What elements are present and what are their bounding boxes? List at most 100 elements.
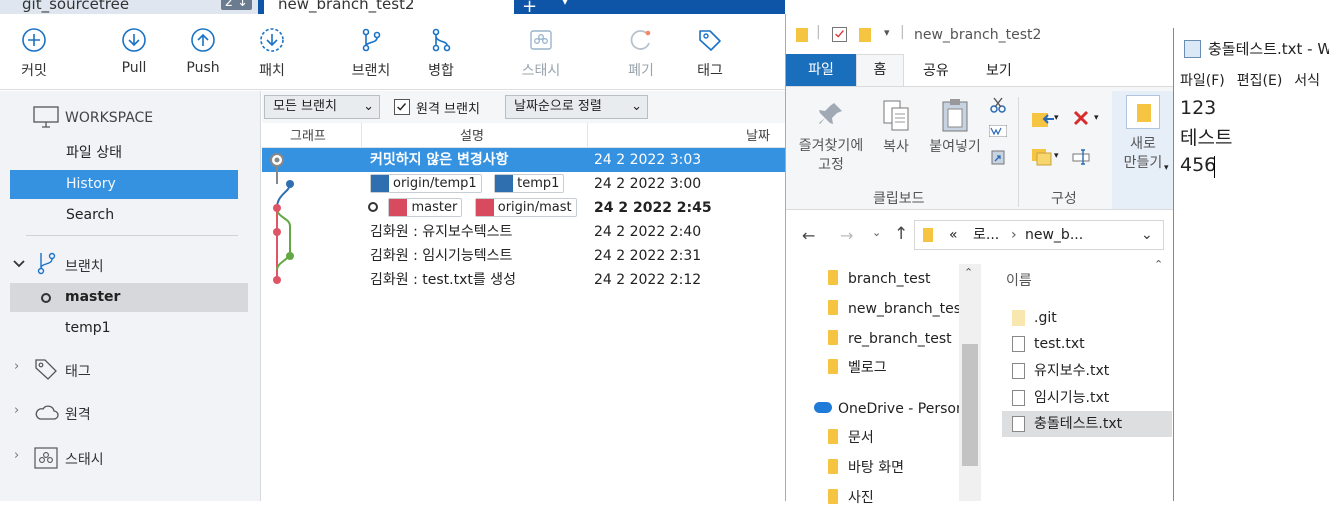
new-folder-icon[interactable]: [859, 28, 871, 42]
address-bar[interactable]: « 로... › new_b... ⌄: [914, 220, 1164, 250]
tree-item[interactable]: new_branch_test: [786, 294, 962, 324]
delete-icon[interactable]: [1072, 109, 1090, 127]
commit-node[interactable]: [286, 252, 294, 260]
remote-branches-checkbox[interactable]: [394, 99, 410, 115]
paste-button[interactable]: 붙여넣기: [924, 97, 986, 157]
ribbon-tab-view[interactable]: 보기: [986, 60, 1012, 80]
file-item[interactable]: 유지보수.txt: [1002, 358, 1172, 384]
up-arrow-icon[interactable]: ↑: [894, 224, 908, 244]
fetch-button[interactable]: 패치: [242, 26, 302, 80]
sidebar-branch-temp1[interactable]: temp1: [10, 314, 238, 343]
pin-to-quick-access-button[interactable]: 즐겨찾기에 고정: [792, 99, 870, 175]
new-tab-button[interactable]: +: [522, 0, 537, 14]
commit-row[interactable]: 김화원 : 유지보수텍스트 24 2 2022 2:40: [262, 220, 785, 244]
chevron-down-icon[interactable]: ▾: [1054, 113, 1059, 123]
merge-button[interactable]: 병합: [411, 26, 471, 80]
copy-path-icon[interactable]: [989, 125, 1007, 137]
branch-filter-dropdown[interactable]: 모든 브랜치 ⌄: [264, 95, 380, 119]
text-editor[interactable]: 123 테스트 456: [1174, 92, 1329, 501]
rename-icon[interactable]: [1072, 149, 1090, 165]
move-to-icon[interactable]: [1030, 109, 1054, 129]
remotes-heading[interactable]: 원격: [65, 404, 91, 424]
chevron-down-icon[interactable]: ⌄: [1141, 221, 1153, 249]
graph-column-header[interactable]: 그래프: [290, 125, 326, 144]
branch-button[interactable]: 브랜치: [341, 26, 401, 80]
commit-node[interactable]: [273, 204, 281, 212]
chevron-down-icon[interactable]: ▾: [1164, 163, 1169, 173]
sidebar-branch-master[interactable]: master: [10, 283, 248, 312]
address-overflow[interactable]: «: [949, 221, 958, 249]
description-column-header[interactable]: 설명: [460, 125, 484, 144]
chevron-right-icon[interactable]: ›: [14, 403, 19, 418]
remote-branch-tag[interactable]: origin/mast: [474, 197, 577, 217]
tree-item[interactable]: branch_test: [786, 264, 962, 294]
commit-node[interactable]: [286, 180, 294, 188]
commit-node[interactable]: [273, 228, 281, 236]
commit-button[interactable]: 커밋: [4, 26, 64, 80]
tree-item[interactable]: 문서: [786, 423, 962, 453]
ribbon-tab-file[interactable]: 파일: [786, 54, 856, 86]
branch-tag[interactable]: temp1: [494, 173, 565, 193]
branch-tag[interactable]: master: [388, 197, 463, 217]
ribbon-tab-home[interactable]: 홈: [856, 54, 904, 86]
column-divider[interactable]: [587, 123, 588, 148]
tags-heading[interactable]: 태그: [65, 361, 91, 381]
stashes-heading[interactable]: 스태시: [65, 449, 104, 469]
commit-node[interactable]: [273, 276, 281, 284]
paste-shortcut-icon[interactable]: [991, 149, 1005, 165]
ribbon-tab-share[interactable]: 공유: [923, 60, 949, 80]
name-column-header[interactable]: 이름: [1006, 270, 1032, 290]
tree-item-onedrive[interactable]: OneDrive - Person: [786, 394, 962, 424]
copy-button[interactable]: 복사: [876, 99, 916, 157]
sidebar-item-file-status[interactable]: 파일 상태: [10, 139, 238, 168]
chevron-down-icon[interactable]: ▾: [1054, 151, 1059, 161]
commit-row[interactable]: 김화원 : test.txt를 생성 24 2 2022 2:12: [262, 268, 785, 292]
file-item[interactable]: 임시기능.txt: [1002, 385, 1172, 411]
menu-format[interactable]: 서식: [1294, 73, 1320, 89]
column-divider[interactable]: [361, 123, 362, 148]
menu-edit[interactable]: 편집(E): [1237, 73, 1283, 89]
chevron-right-icon[interactable]: ›: [14, 359, 19, 374]
push-button[interactable]: Push: [173, 26, 233, 76]
tree-item[interactable]: re_branch_test: [786, 324, 962, 354]
address-segment[interactable]: new_b...: [1025, 221, 1083, 249]
stash-button[interactable]: 스태시: [511, 26, 571, 80]
new-folder-button[interactable]: 새로 만들기: [1116, 95, 1170, 173]
chevron-down-icon[interactable]: ▾: [1094, 113, 1099, 123]
tag-button[interactable]: 태그: [680, 26, 740, 80]
sidebar-item-search[interactable]: Search: [10, 201, 238, 230]
forward-arrow-icon[interactable]: →: [840, 226, 853, 245]
repo-tab-new-branch-test2[interactable]: new_branch_test2: [264, 0, 514, 14]
commit-row-uncommitted[interactable]: 커밋하지 않은 변경사항 24 2 2022 3:03: [262, 148, 785, 172]
copy-to-icon[interactable]: [1030, 147, 1054, 167]
cut-icon[interactable]: [990, 97, 1006, 113]
pull-button[interactable]: Pull: [104, 26, 164, 76]
back-arrow-icon[interactable]: ←: [802, 226, 815, 245]
sidebar-item-history[interactable]: History: [10, 170, 238, 199]
chevron-down-icon[interactable]: [12, 257, 26, 271]
file-item[interactable]: test.txt: [1002, 331, 1172, 357]
discard-button[interactable]: 폐기: [611, 26, 671, 80]
branches-heading[interactable]: 브랜치: [65, 256, 104, 276]
menu-file[interactable]: 파일(F): [1180, 73, 1225, 89]
file-item-selected[interactable]: 충돌테스트.txt: [1002, 411, 1172, 437]
commit-row[interactable]: 김화원 : 임시기능텍스트 24 2 2022 2:31: [262, 244, 785, 268]
tree-scrollbar[interactable]: ⌃: [959, 264, 981, 501]
tab-dropdown-icon[interactable]: ▾: [562, 0, 568, 8]
scroll-up-icon[interactable]: ⌃: [964, 266, 973, 279]
tree-item[interactable]: 벨로그: [786, 353, 962, 383]
tree-item[interactable]: 사진: [786, 483, 962, 513]
date-column-header[interactable]: 날짜: [746, 125, 770, 144]
tree-item[interactable]: 바탕 화면: [786, 453, 962, 483]
quick-access-dropdown-icon[interactable]: ▾: [884, 26, 890, 39]
address-segment[interactable]: 로...: [973, 221, 999, 249]
repo-tab-git-sourcetree[interactable]: git_sourcetree 2 ↓: [0, 0, 258, 14]
chevron-right-icon[interactable]: ›: [14, 448, 19, 463]
file-item-git[interactable]: .git: [1002, 305, 1172, 331]
sort-dropdown[interactable]: 날짜순으로 정렬 ⌄: [505, 95, 648, 119]
commit-row[interactable]: master origin/mast 24 2 2022 2:45: [262, 196, 785, 220]
recent-locations-icon[interactable]: ⌄: [872, 226, 881, 239]
scrollbar-thumb[interactable]: [962, 344, 978, 466]
properties-icon[interactable]: [832, 27, 847, 42]
remote-branch-tag[interactable]: origin/temp1: [370, 173, 482, 193]
